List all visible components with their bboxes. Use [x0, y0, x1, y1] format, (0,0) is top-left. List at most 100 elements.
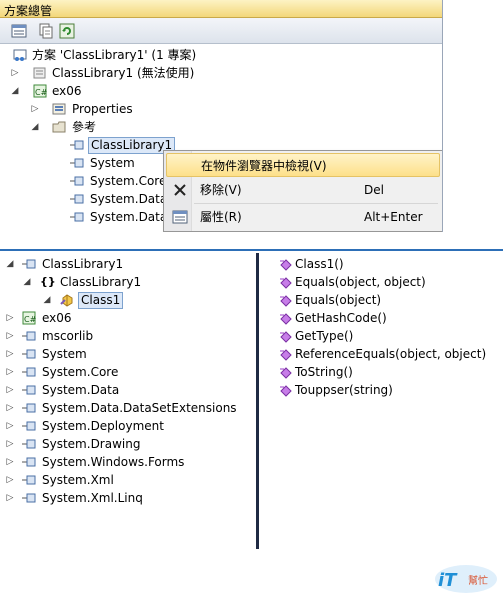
- tree-item-label: System.Core: [90, 174, 167, 188]
- class-icon: [60, 293, 74, 307]
- member-label: ToString(): [295, 365, 353, 379]
- reference-icon: [70, 156, 84, 170]
- menu-item-properties[interactable]: 屬性(R) Alt+Enter: [166, 205, 440, 229]
- expand-arrow-icon[interactable]: ▷: [5, 327, 15, 345]
- assembly-icon: [22, 257, 36, 271]
- ob-tree-item-system-drawing[interactable]: ▷ System.Drawing: [2, 435, 252, 453]
- properties-folder-icon: [52, 102, 66, 116]
- refresh-icon[interactable]: [58, 22, 76, 40]
- ob-tree-item-system-data-datasetextensions[interactable]: ▷ System.Data.DataSetExtensions: [2, 399, 252, 417]
- ob-tree-label: System.Data.DataSetExtensions: [42, 401, 237, 415]
- tree-item-properties[interactable]: ▷ Properties: [0, 100, 440, 118]
- method-icon: [280, 294, 292, 307]
- tree-item-label: 方案 'ClassLibrary1' (1 專案): [32, 48, 197, 62]
- ob-tree-item-ex06[interactable]: ▷ C# ex06: [2, 309, 252, 327]
- reference-icon: [70, 192, 84, 206]
- assembly-icon: [22, 437, 36, 451]
- reference-icon: [70, 138, 84, 152]
- ob-tree-item-class1[interactable]: ◢ Class1: [2, 291, 252, 309]
- collapse-arrow-icon[interactable]: ◢: [42, 291, 52, 309]
- ob-tree-label: mscorlib: [42, 329, 94, 343]
- expand-arrow-icon[interactable]: ▷: [5, 363, 15, 381]
- menu-item-remove[interactable]: 移除(V) Del: [166, 178, 440, 202]
- method-icon: [280, 312, 292, 325]
- collapse-arrow-icon[interactable]: ◢: [22, 273, 32, 291]
- member-label: Equals(object): [295, 293, 382, 307]
- properties-icon[interactable]: [10, 22, 28, 40]
- method-icon: [280, 384, 292, 397]
- ob-tree-item-system-xml[interactable]: ▷ System.Xml: [2, 471, 252, 489]
- reference-icon: [70, 174, 84, 188]
- object-browser-members[interactable]: Class1() Equals(object, object) Equals(o…: [262, 253, 501, 549]
- collapse-arrow-icon[interactable]: ◢: [10, 82, 20, 100]
- assembly-icon: [22, 329, 36, 343]
- expand-arrow-icon[interactable]: ▷: [5, 345, 15, 363]
- ob-tree-label: System.Core: [42, 365, 119, 379]
- menu-separator: [194, 203, 438, 204]
- member-label: GetType(): [295, 329, 354, 343]
- expand-arrow-icon[interactable]: ▷: [5, 489, 15, 507]
- ob-tree-item-system-windows-forms[interactable]: ▷ System.Windows.Forms: [2, 453, 252, 471]
- member-label: Touppser(string): [295, 383, 393, 397]
- tree-item-label: ex06: [52, 84, 82, 98]
- expand-arrow-icon[interactable]: ▷: [30, 100, 40, 118]
- csharp-project-icon: C#: [22, 311, 36, 325]
- show-all-files-icon[interactable]: [37, 22, 55, 40]
- tree-item-classlibrary1-unavailable[interactable]: ▷ ClassLibrary1 (無法使用): [0, 64, 440, 82]
- menu-item-label: 在物件瀏覽器中檢視(V): [201, 159, 327, 173]
- expand-arrow-icon[interactable]: ▷: [5, 381, 15, 399]
- namespace-icon: {}: [40, 275, 56, 288]
- expand-arrow-icon[interactable]: ▷: [5, 435, 15, 453]
- reference-icon: [70, 210, 84, 224]
- references-folder-icon: [52, 120, 66, 134]
- remove-x-icon: [172, 182, 188, 198]
- ob-tree-label: System: [42, 347, 87, 361]
- ob-tree-item-system[interactable]: ▷ System: [2, 345, 252, 363]
- member-label: GetHashCode(): [295, 311, 387, 325]
- assembly-icon: [22, 401, 36, 415]
- object-browser-tree[interactable]: ◢ ClassLibrary1 ◢ {} ClassLibrary1 ◢ Cla…: [2, 253, 259, 549]
- assembly-icon: [22, 491, 36, 505]
- member-label: Class1(): [295, 257, 344, 271]
- solution-explorer-panel: 方案總管 方案 'ClassLibrary1' (1 專案) ▷ ClassLi…: [0, 0, 443, 232]
- ob-tree-label: System.Xml.Linq: [42, 491, 143, 505]
- assembly-icon: [22, 383, 36, 397]
- tree-item-solution[interactable]: 方案 'ClassLibrary1' (1 專案): [0, 46, 440, 64]
- solution-explorer-toolbar: [0, 18, 442, 44]
- expand-arrow-icon[interactable]: ▷: [5, 417, 15, 435]
- unavailable-project-icon: [33, 66, 47, 80]
- expand-arrow-icon[interactable]: ▷: [10, 64, 20, 82]
- tree-item-label: System.Data: [90, 192, 168, 206]
- expand-arrow-icon[interactable]: ▷: [5, 471, 15, 489]
- member-label: Equals(object, object): [295, 275, 426, 289]
- menu-item-view-in-object-browser[interactable]: 在物件瀏覽器中檢視(V): [166, 153, 440, 177]
- ob-tree-item-namespace[interactable]: ◢ {} ClassLibrary1: [2, 273, 252, 291]
- tree-item-ex06[interactable]: ◢ C# ex06: [0, 82, 440, 100]
- method-icon: [280, 330, 292, 343]
- svg-text:C#: C#: [24, 315, 36, 324]
- expand-arrow-icon[interactable]: ▷: [5, 399, 15, 417]
- menu-item-shortcut: Alt+Enter: [364, 210, 423, 224]
- collapse-arrow-icon[interactable]: ◢: [30, 118, 40, 136]
- tree-item-label: ClassLibrary1 (無法使用): [52, 66, 195, 80]
- ob-tree-item-mscorlib[interactable]: ▷ mscorlib: [2, 327, 252, 345]
- ob-tree-label: System.Xml: [42, 473, 114, 487]
- expand-arrow-icon[interactable]: ▷: [5, 309, 15, 327]
- ob-tree-label: System.Windows.Forms: [42, 455, 185, 469]
- menu-item-label: 移除(V): [200, 183, 242, 197]
- collapse-arrow-icon[interactable]: ◢: [5, 255, 15, 273]
- object-browser-panel: ◢ ClassLibrary1 ◢ {} ClassLibrary1 ◢ Cla…: [0, 249, 503, 549]
- ob-tree-item-system-core[interactable]: ▷ System.Core: [2, 363, 252, 381]
- ob-tree-item-system-data[interactable]: ▷ System.Data: [2, 381, 252, 399]
- ob-tree-item-system-deployment[interactable]: ▷ System.Deployment: [2, 417, 252, 435]
- tree-item-label: Properties: [72, 102, 133, 116]
- assembly-icon: [22, 365, 36, 379]
- assembly-icon: [22, 473, 36, 487]
- context-menu: 在物件瀏覽器中檢視(V) 移除(V) Del 屬性(R) Alt+Enter: [163, 150, 442, 232]
- expand-arrow-icon[interactable]: ▷: [5, 453, 15, 471]
- properties-icon: [172, 209, 188, 225]
- ob-tree-item-system-xml-linq[interactable]: ▷ System.Xml.Linq: [2, 489, 252, 507]
- ob-tree-item-classlibrary1-assembly[interactable]: ◢ ClassLibrary1: [2, 255, 252, 273]
- member-label: ReferenceEquals(object, object): [295, 347, 487, 361]
- tree-item-references[interactable]: ◢ 參考: [0, 118, 440, 136]
